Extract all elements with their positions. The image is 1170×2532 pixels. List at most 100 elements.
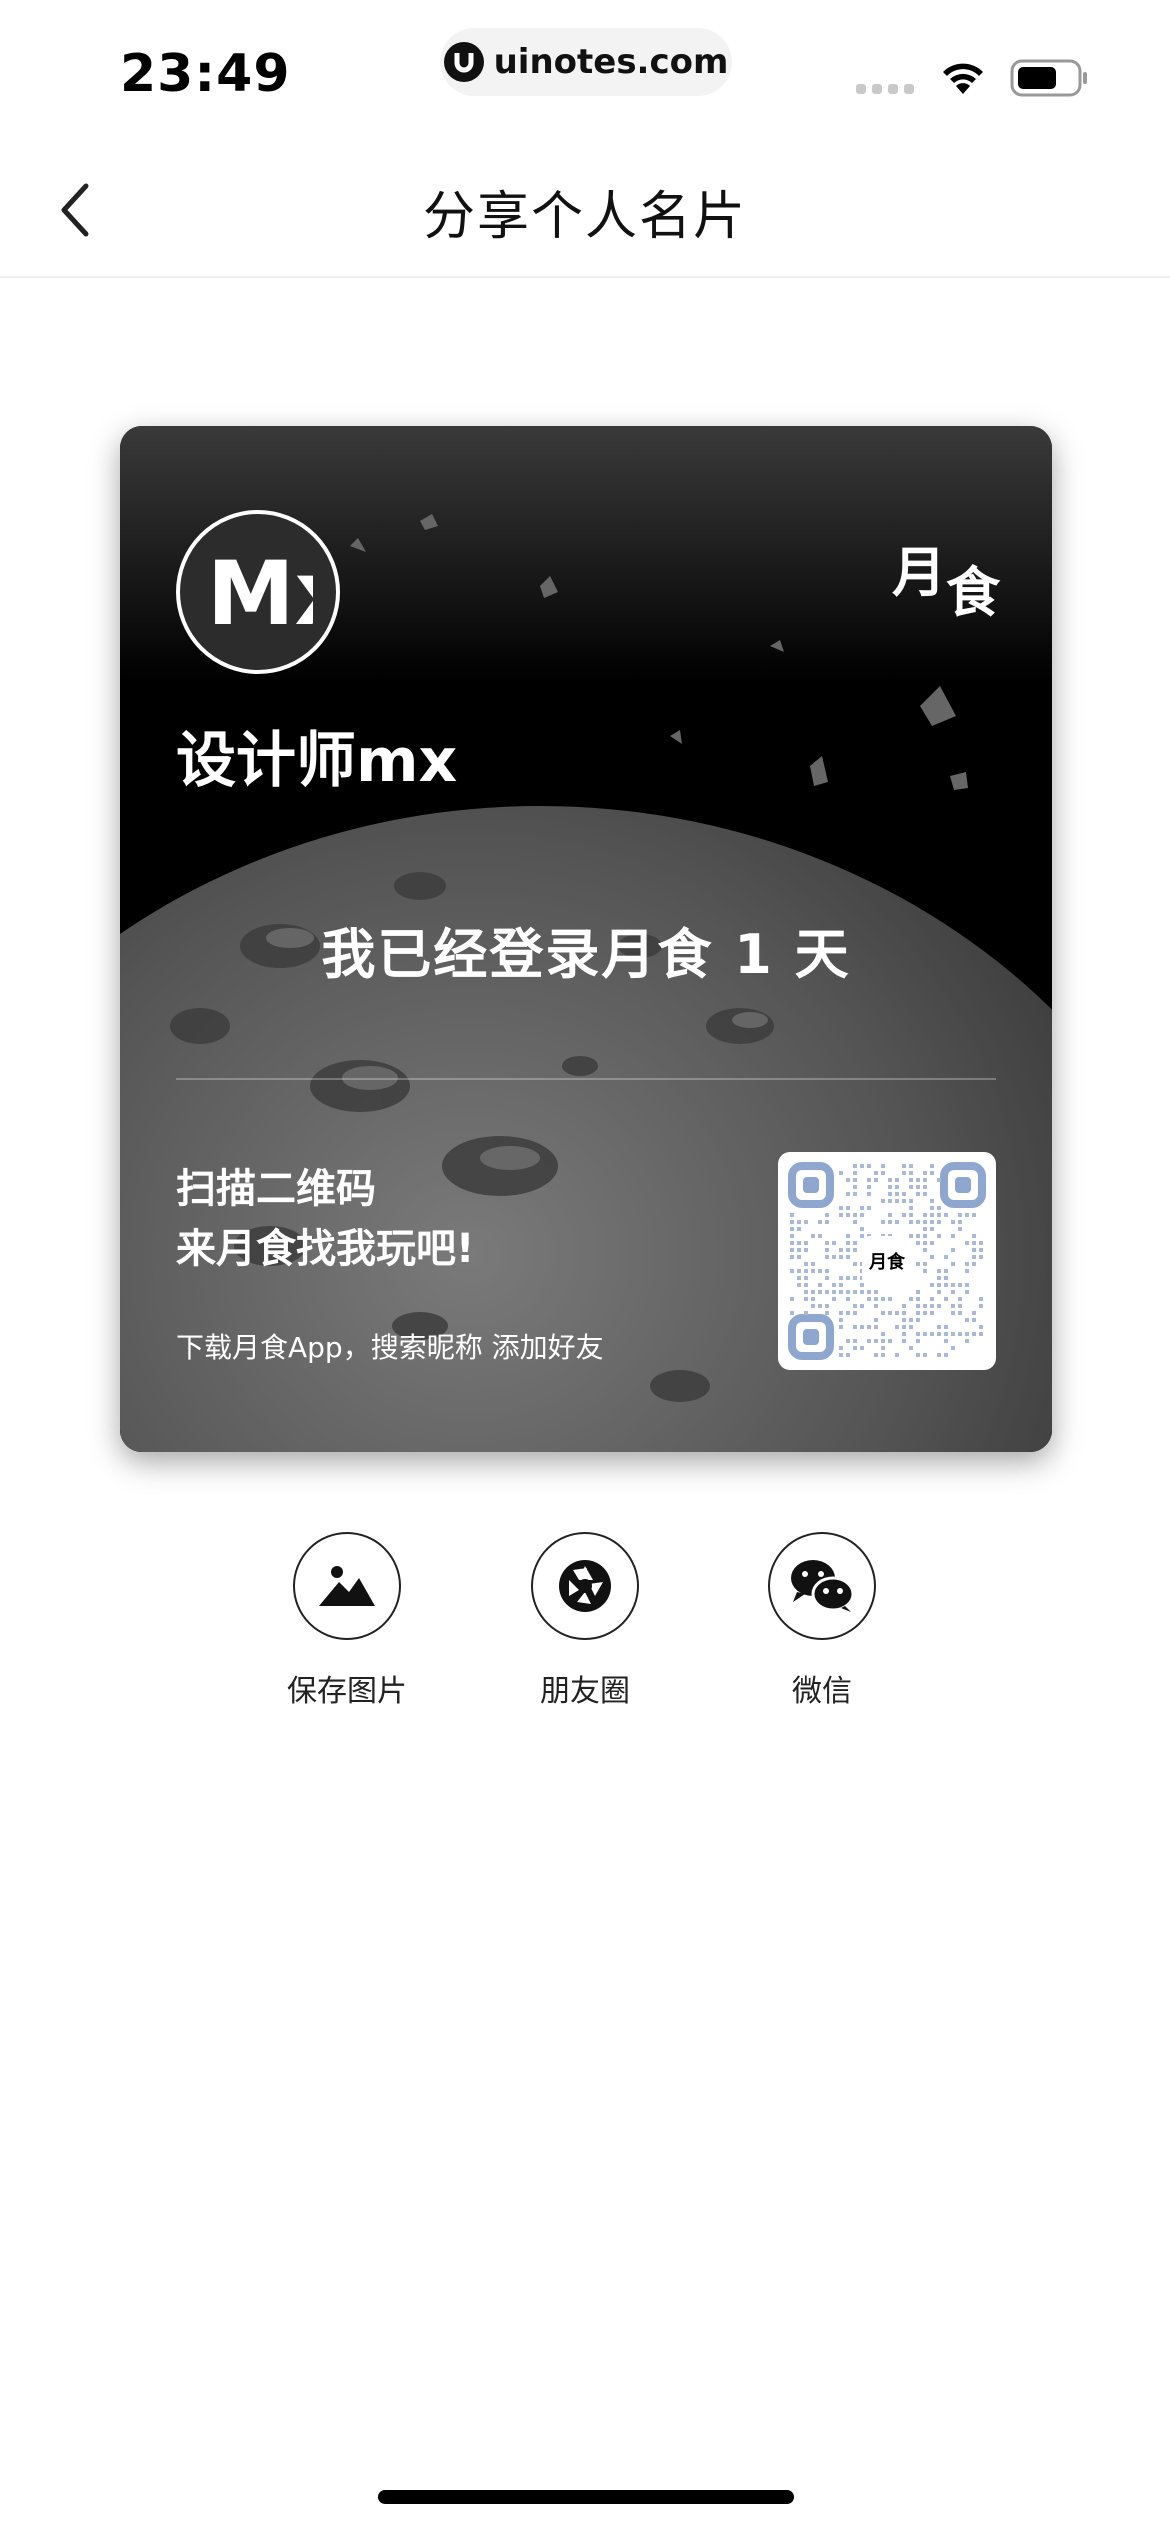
qr-module [804,1290,808,1294]
qr-module [916,1290,920,1294]
qr-module [797,1269,801,1273]
qr-module [923,1262,927,1266]
qr-module [972,1234,976,1238]
qr-module [895,1192,899,1196]
cellular-signal-icon [856,84,914,94]
qr-module [888,1311,892,1315]
qr-module [804,1276,808,1280]
qr-module [937,1178,941,1182]
qr-module [944,1269,948,1273]
qr-module [881,1171,885,1175]
qr-module [965,1283,969,1287]
username: 设计师mx [176,726,458,796]
qr-module [909,1206,913,1210]
scan-prompt-line1: 扫描二维码 [176,1166,376,1212]
qr-module [923,1234,927,1238]
qr-module [923,1171,927,1175]
qr-module [916,1318,920,1322]
qr-module [895,1220,899,1224]
qr-module [902,1318,906,1322]
qr-module [818,1304,822,1308]
qr-module [846,1178,850,1182]
qr-module [867,1325,871,1329]
qr-module [937,1332,941,1336]
qr-module [825,1311,829,1315]
share-label: 保存图片 [287,1674,407,1709]
qr-module [846,1213,850,1217]
qr-module [951,1283,955,1287]
qr-module [979,1248,983,1252]
qr-module [853,1339,857,1343]
qr-module [923,1332,927,1336]
qr-module [874,1290,878,1294]
share-label: 微信 [792,1674,852,1709]
qr-module [804,1269,808,1273]
qr-module [846,1290,850,1294]
qr-module [860,1164,864,1168]
qr-module [881,1297,885,1301]
qr-module [923,1220,927,1224]
qr-module [930,1332,934,1336]
qr-module [860,1206,864,1210]
qr-module [923,1178,927,1182]
qr-module [958,1297,962,1301]
qr-module [790,1234,794,1238]
qr-module [853,1178,857,1182]
qr-module [839,1325,843,1329]
save-image-button[interactable]: 保存图片 [247,1532,447,1710]
qr-module [923,1248,927,1252]
qr-module [902,1304,906,1308]
qr-module [881,1346,885,1350]
qr-module [860,1346,864,1350]
brand-logo-char: 月 [892,541,946,604]
qr-module [944,1213,948,1217]
qr-module [874,1325,878,1329]
qr-module [902,1192,906,1196]
qr-module [881,1353,885,1357]
qr-module [839,1206,843,1210]
qr-module [979,1325,983,1329]
scan-prompt-line2: 来月食找我玩吧! [176,1226,475,1272]
qr-module [930,1220,934,1224]
qr-module [902,1339,906,1343]
home-indicator [378,2490,794,2504]
qr-module [881,1332,885,1336]
qr-module [839,1353,843,1357]
qr-module [965,1269,969,1273]
qr-module [895,1325,899,1329]
qr-module [874,1171,878,1175]
qr-module [951,1311,955,1315]
qr-module [965,1290,969,1294]
qr-module [923,1185,927,1189]
qr-module [951,1248,955,1252]
qr-module [902,1213,906,1217]
qr-module [853,1290,857,1294]
qr-module [937,1276,941,1280]
qr-module [825,1269,829,1273]
qr-module [853,1346,857,1350]
qr-module [916,1304,920,1308]
qr-module [923,1353,927,1357]
wechat-share-button[interactable]: 微信 [722,1532,922,1710]
qr-module [804,1311,808,1315]
qr-module [937,1290,941,1294]
qr-module [846,1353,850,1357]
qr-module [860,1234,864,1238]
qr-module [860,1290,864,1294]
qr-module [972,1248,976,1252]
qr-module [951,1290,955,1294]
qr-module [916,1192,920,1196]
qr-module [853,1276,857,1280]
qr-module [951,1346,955,1350]
qr-module [916,1353,920,1357]
qr-module [825,1220,829,1224]
url-pill[interactable]: uinotes.com [440,28,732,96]
qr-module [860,1227,864,1231]
moments-share-button[interactable]: 朋友圈 [485,1532,685,1710]
qr-module [888,1199,892,1203]
qr-module [902,1171,906,1175]
qr-module [860,1283,864,1287]
brand-logo: 月食 [892,541,1000,620]
qr-module [937,1283,941,1287]
qr-module [790,1311,794,1315]
